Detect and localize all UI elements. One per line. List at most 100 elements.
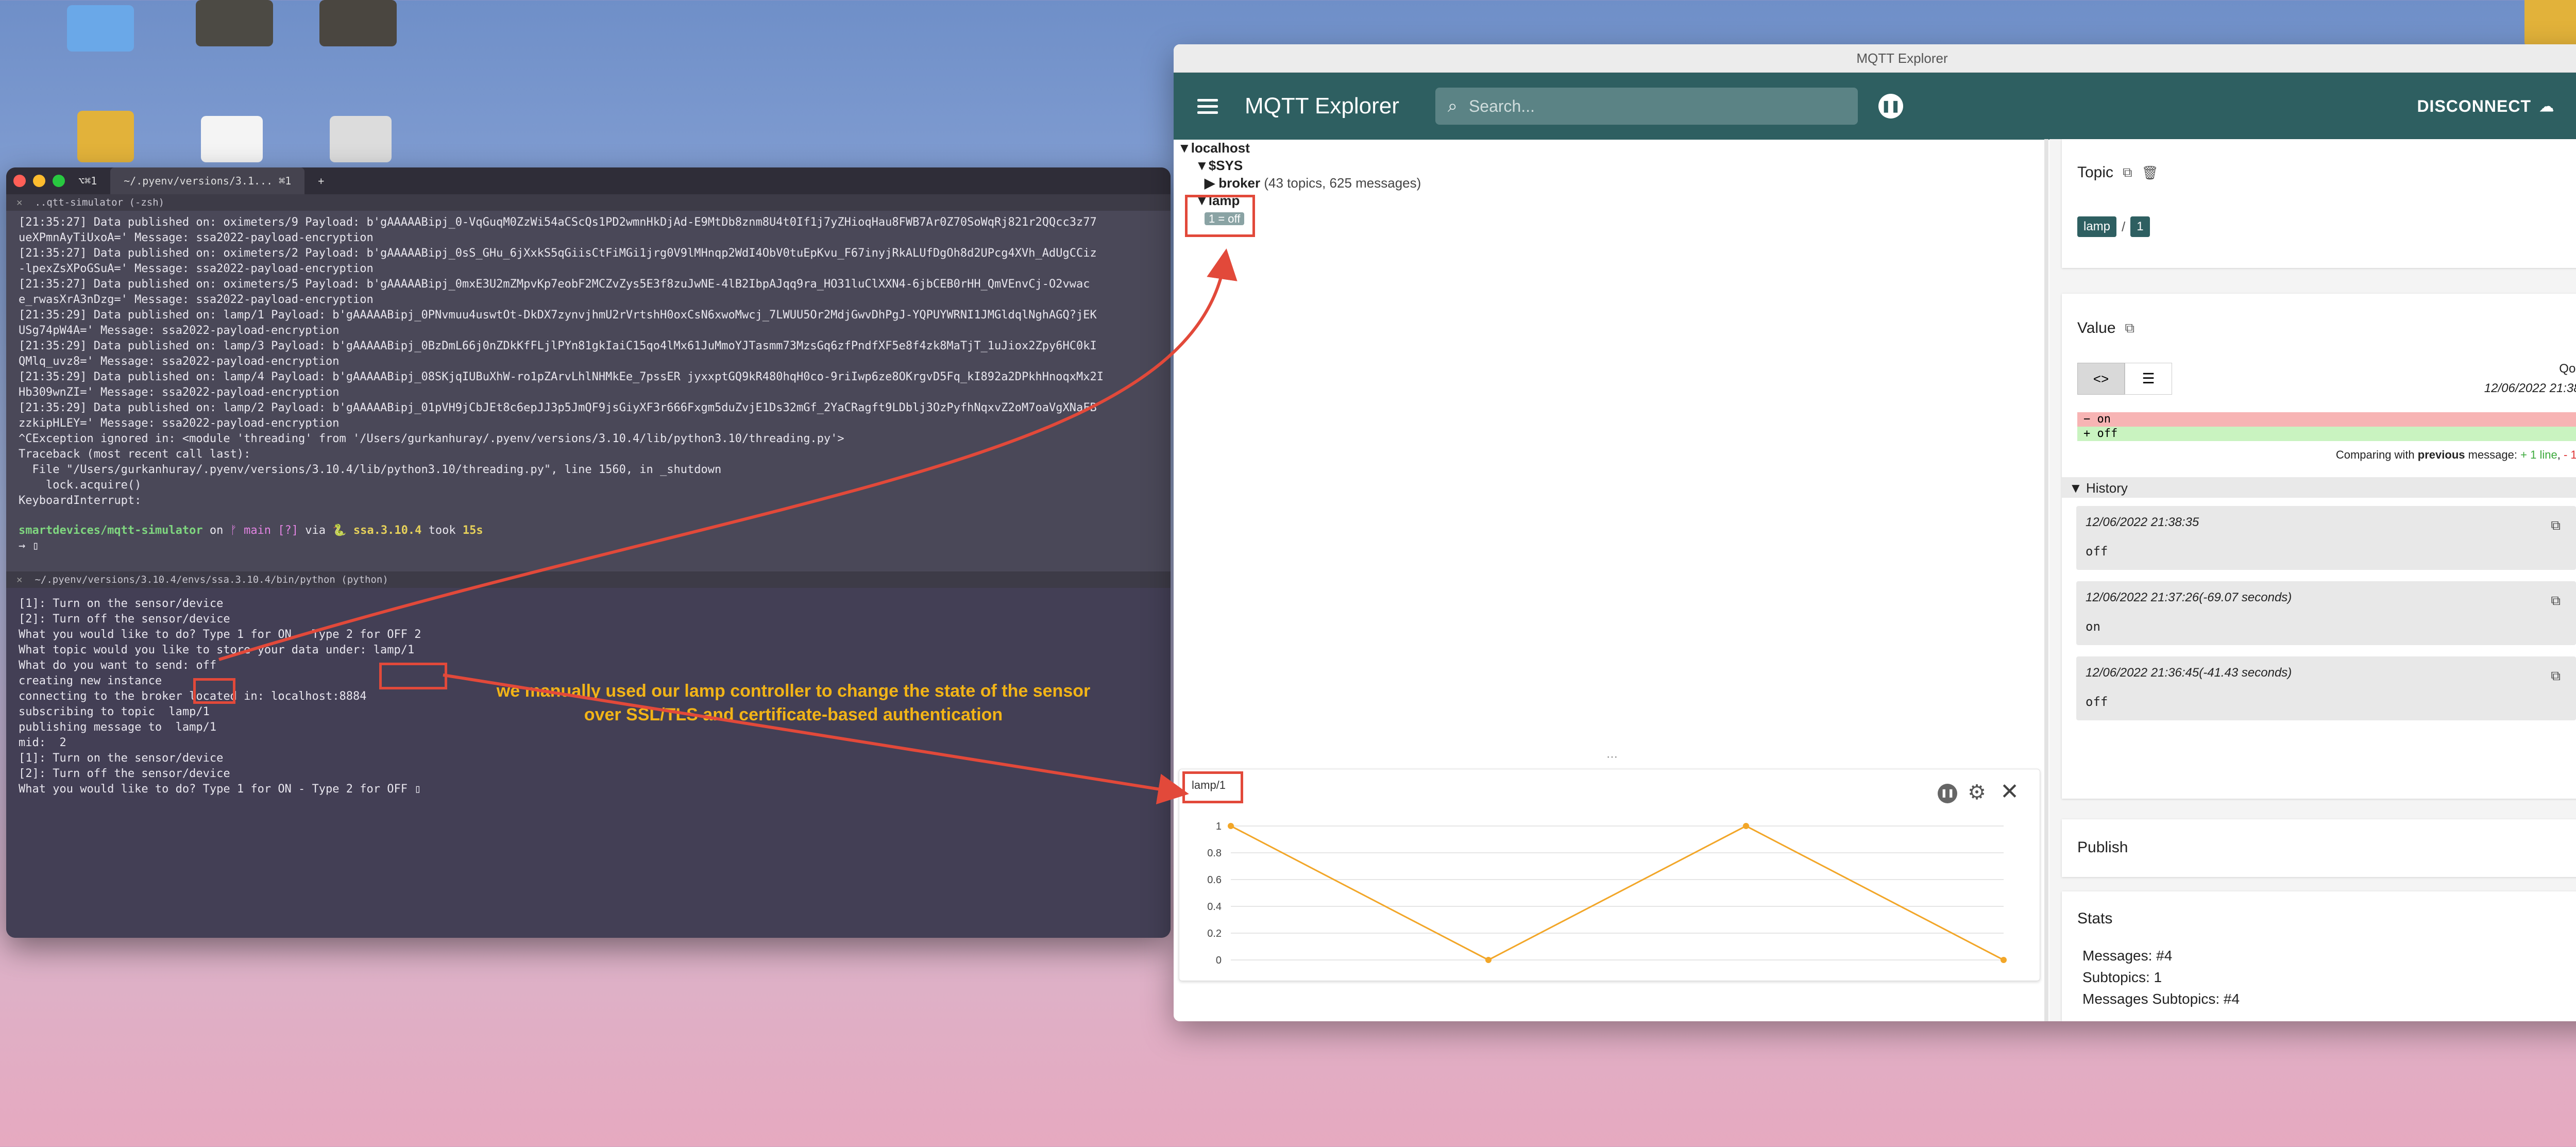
compare-summary: Comparing with previous message: + 1 lin…: [2336, 448, 2576, 462]
pane-header: ✕ ..qtt-simulator (-zsh): [6, 194, 1171, 211]
stats-messages-subtopics: Messages Subtopics: #4: [2082, 991, 2240, 1007]
history-time: 12/06/2022 21:37:26(-69.07 seconds): [2086, 591, 2292, 604]
line-chart: 0 0.2 0.4 0.6 0.8 1: [1207, 821, 2007, 966]
terminal-tab[interactable]: ⌥⌘1: [65, 167, 110, 194]
terminal-pane-bottom[interactable]: [1]: Turn on the sensor/device [2]: Turn …: [6, 588, 1171, 938]
terminal-line: [2]: Turn off the sensor/device: [19, 767, 230, 780]
close-pane-icon[interactable]: ✕: [16, 571, 22, 588]
delete-icon[interactable]: 🗑: [2142, 165, 2159, 181]
terminal-line: mid: 2: [19, 736, 66, 749]
copy-icon[interactable]: ⧉: [2551, 593, 2561, 609]
pane-title: ~/.pyenv/versions/3.10.4/envs/ssa.3.10.4…: [35, 574, 388, 585]
prompt-on: on: [209, 524, 224, 537]
terminal-pane-top[interactable]: [21:35:27] Data published on: oximeters/…: [6, 211, 1171, 571]
prompt-took: took: [428, 524, 456, 537]
desktop-widget: [2524, 0, 2576, 46]
maximize-window-button[interactable]: [53, 175, 65, 187]
highlight-topic-input: [379, 663, 447, 689]
new-tab-button[interactable]: +: [304, 167, 337, 194]
history-item[interactable]: 12/06/2022 21:38:35 off ⧉: [2076, 506, 2576, 570]
desktop-folder-icon[interactable]: [67, 5, 134, 52]
disconnect-button[interactable]: DISCONNECT ☁: [2417, 97, 2554, 116]
terminal-line: What do you want to send: off: [19, 659, 217, 672]
copy-icon[interactable]: ⧉: [2123, 164, 2132, 181]
publish-card[interactable]: Publish ⌄: [2062, 819, 2576, 877]
history-header[interactable]: ▼ History ⟋: [2062, 477, 2576, 498]
y-tick-label: 0: [1216, 955, 1222, 966]
terminal-line: [21:35:27] Data published on: oximeters/…: [19, 247, 1097, 260]
tree-node-broker[interactable]: ▶ broker (43 topics, 625 messages): [1178, 174, 2059, 192]
data-point: [1485, 957, 1492, 963]
topic-tree: ▼localhost ▼$SYS ▶ broker (43 topics, 62…: [1178, 139, 2059, 804]
compare-mid: message:: [2468, 448, 2518, 461]
desktop-file-icon[interactable]: [201, 116, 263, 162]
terminal-line: [1]: Turn on the sensor/device: [19, 752, 224, 765]
terminal-line: ^CException ignored in: <module 'threadi…: [19, 432, 844, 445]
prompt-via: via: [305, 524, 326, 537]
search-input[interactable]: ⌕ Search...: [1435, 88, 1858, 125]
shell-prompt: smartdevices/mqtt-simulator on ᚠ main [?…: [6, 513, 1171, 558]
history-item[interactable]: 12/06/2022 21:37:26(-69.07 seconds) on ⧉: [2076, 581, 2576, 645]
tree-node-lamp-1[interactable]: 1 = off: [1178, 209, 2059, 228]
stats-card: Stats ⌄ Messages: #4 Subtopics: 1 Messag…: [2062, 891, 2576, 1021]
desktop-file-icon[interactable]: [319, 0, 397, 46]
desktop-file-icon[interactable]: [196, 0, 273, 46]
terminal-line: [2]: Turn off the sensor/device: [19, 613, 230, 626]
search-placeholder: Search...: [1468, 96, 1535, 115]
topic-chip-1[interactable]: 1: [2130, 216, 2150, 237]
terminal-line: USg74pW4A=' Message: ssa2022-payload-enc…: [19, 324, 340, 337]
data-point: [1228, 823, 1234, 829]
prompt-time: 15s: [462, 524, 483, 537]
topic-separator: /: [2122, 218, 2126, 234]
compare-bold: previous: [2417, 448, 2465, 461]
code-view-icon[interactable]: <>: [2077, 363, 2125, 395]
minimize-window-button[interactable]: [33, 175, 45, 187]
copy-icon[interactable]: ⧉: [2551, 668, 2561, 684]
series-line: [1230, 825, 2004, 961]
terminal-line: [21:35:27] Data published on: oximeters/…: [19, 216, 1097, 229]
diff-added-line: + off: [2077, 427, 2576, 441]
terminal-tab-active[interactable]: ~/.pyenv/versions/3.1... ⌘1: [110, 167, 305, 194]
terminal-titlebar: ⌥⌘1 ~/.pyenv/versions/3.1... ⌘1 +: [6, 167, 1171, 194]
tree-node-lamp[interactable]: ▼lamp: [1178, 192, 2059, 209]
terminal-line: Hb309wnZI=' Message: ssa2022-payload-enc…: [19, 386, 340, 399]
terminal-line: KeyboardInterrupt:: [19, 494, 142, 507]
stats-messages: Messages: #4: [2082, 948, 2173, 964]
desktop-file-icon[interactable]: [77, 111, 134, 162]
y-tick-label: 0.2: [1207, 928, 1222, 939]
close-window-button[interactable]: [13, 175, 26, 187]
terminal-line: What topic would you like to store your …: [19, 644, 415, 656]
y-tick-label: 0.4: [1207, 901, 1222, 913]
close-pane-icon[interactable]: ✕: [16, 194, 22, 211]
panel-divider[interactable]: [2044, 139, 2048, 1021]
terminal-line: zzkipHLEY=' Message: ssa2022-payload-enc…: [19, 417, 340, 430]
copy-icon[interactable]: ⧉: [2551, 517, 2561, 534]
topic-chip-lamp[interactable]: lamp: [2077, 216, 2117, 237]
raw-view-icon[interactable]: ☰: [2125, 363, 2172, 395]
prompt-dir: smartdevices/mqtt-simulator: [19, 524, 203, 537]
pause-icon[interactable]: ❚❚: [1878, 94, 1903, 119]
tree-node-localhost[interactable]: ▼localhost: [1178, 139, 2059, 157]
terminal-line: Traceback (most recent call last):: [19, 448, 251, 461]
highlight-lamp-node: [1185, 195, 1255, 237]
data-point: [2001, 957, 2007, 963]
terminal-line: e_rwasXrA3nDzg=' Message: ssa2022-payloa…: [19, 293, 374, 306]
history-item[interactable]: 12/06/2022 21:36:45(-41.43 seconds) off …: [2076, 656, 2576, 720]
prompt-branch: ᚠ main [?]: [230, 524, 299, 537]
menu-icon[interactable]: [1197, 95, 1218, 117]
desktop-file-icon[interactable]: [330, 116, 392, 162]
annotation-caption: we manually used our lamp controller to …: [496, 681, 1091, 724]
tree-node-sys[interactable]: ▼$SYS: [1178, 157, 2059, 174]
stats-title: Stats: [2077, 910, 2113, 927]
mqtt-explorer-window: MQTT Explorer MQTT Explorer ⌕ Search... …: [1174, 44, 2576, 1021]
pane-header: ✕ ~/.pyenv/versions/3.10.4/envs/ssa.3.10…: [6, 571, 1171, 588]
resize-handle[interactable]: ⋯: [1606, 750, 1618, 764]
terminal-line: -lpexZsXPoGSuA=' Message: ssa2022-payloa…: [19, 262, 374, 275]
topic-card: Topic ⧉ 🗑 ⌃ lamp / 1: [2062, 139, 2576, 268]
chart-panel: lamp/1 ❚❚ ⚙ ✕ 0 0.2 0.4 0.6 0.8 1: [1179, 769, 2040, 981]
compare-added: + 1 line: [2520, 448, 2557, 461]
terminal-line: [21:35:29] Data published on: lamp/3 Pay…: [19, 340, 1097, 352]
terminal-line: [21:35:27] Data published on: oximeters/…: [19, 278, 1090, 291]
terminal-line: [1]: Turn on the sensor/device: [19, 597, 224, 610]
copy-icon[interactable]: ⧉: [2125, 320, 2135, 336]
